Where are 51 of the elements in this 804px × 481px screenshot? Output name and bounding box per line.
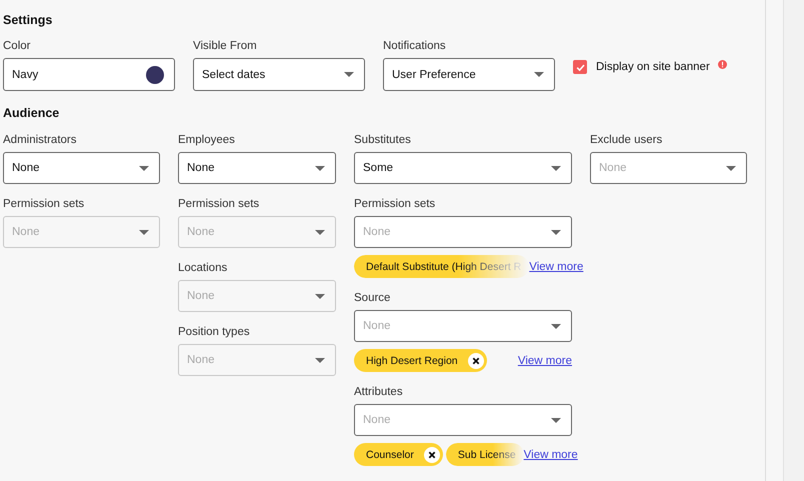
remove-icon[interactable] xyxy=(424,446,440,462)
section-heading: Settings xyxy=(3,12,52,28)
dropdown[interactable]: Some xyxy=(354,152,572,184)
section-heading: Audience xyxy=(3,105,60,121)
dropdown[interactable]: None xyxy=(3,152,160,184)
checkbox-label: Display on site banner xyxy=(596,60,710,74)
dropdown: None xyxy=(178,216,336,248)
caret-icon xyxy=(315,166,325,170)
caret-icon xyxy=(726,166,736,170)
caret-icon xyxy=(534,72,544,77)
view-more-link[interactable]: View more xyxy=(524,448,578,460)
field-label: Permission sets xyxy=(3,197,84,212)
field-label: Source xyxy=(354,291,390,306)
info-icon xyxy=(718,60,727,69)
caret-icon xyxy=(551,418,561,422)
field-label: Locations xyxy=(178,261,228,276)
view-more-link[interactable]: View more xyxy=(518,354,572,366)
field-label: Exclude users xyxy=(590,133,662,148)
dropdown: None xyxy=(178,280,336,312)
caret-icon xyxy=(551,166,561,170)
caret-icon xyxy=(315,230,325,234)
scrollbar[interactable] xyxy=(766,0,784,481)
caret-icon xyxy=(551,324,561,328)
dropdown[interactable]: Select dates xyxy=(193,58,365,91)
dropdown: None xyxy=(3,216,160,248)
dropdown[interactable]: User Preference xyxy=(383,58,555,91)
field-label: Permission sets xyxy=(354,197,436,212)
view-more-link[interactable]: View more xyxy=(529,260,584,272)
field-label: Permission sets xyxy=(178,197,260,212)
field-label: Position types xyxy=(178,325,250,340)
field-label: Color xyxy=(3,39,30,54)
field-label: Substitutes xyxy=(354,133,411,148)
checkbox[interactable] xyxy=(573,60,587,74)
remove-icon[interactable] xyxy=(468,352,484,368)
color-field[interactable]: Navy xyxy=(3,58,175,91)
field-label: Visible From xyxy=(193,39,257,54)
chip: Sub License xyxy=(446,443,524,466)
caret-icon xyxy=(139,166,149,170)
field-label: Employees xyxy=(178,133,235,148)
field-label: Administrators xyxy=(3,133,76,148)
field-label: Notifications xyxy=(383,39,446,54)
caret-icon xyxy=(315,358,325,362)
dropdown[interactable]: None xyxy=(178,152,336,184)
caret-icon xyxy=(344,72,354,77)
chip: High Desert Region xyxy=(354,349,487,372)
caret-icon xyxy=(315,294,325,298)
dropdown: None xyxy=(178,344,336,376)
caret-icon xyxy=(551,230,561,234)
chip: Counselor xyxy=(354,443,443,466)
field-label: Attributes xyxy=(354,385,403,400)
caret-icon xyxy=(139,230,149,234)
